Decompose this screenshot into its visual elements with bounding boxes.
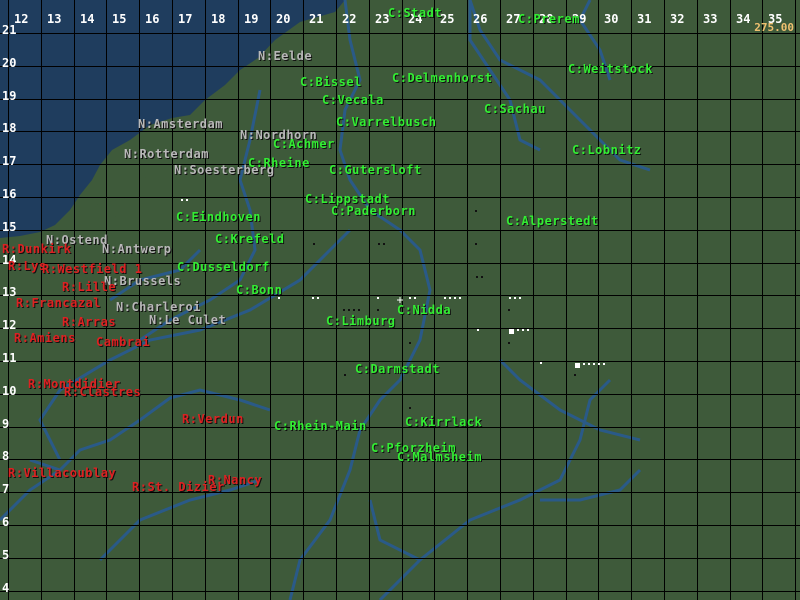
grid-column-number: 22 (342, 12, 357, 26)
grid-column-number: 34 (736, 12, 751, 26)
tactical-map[interactable]: 12 13 14 15 16 17 18 19 20 21 22 23 24 25 26 27 28 29 30 31… (0, 0, 800, 600)
airfield-label-malmsheim[interactable]: C:Malmsheim (397, 451, 482, 463)
grid-column-number: 21 (309, 12, 324, 26)
grid-row-number: 5 (2, 548, 10, 562)
airfield-label-dunkirk[interactable]: R:Dunkirk (2, 243, 72, 255)
airfield-label-alperstedt[interactable]: C:Alperstedt (506, 215, 599, 227)
airfield-label-amsterdam[interactable]: N:Amsterdam (138, 118, 223, 130)
airfield-label-villacoublay[interactable]: R:Villacoublay (8, 467, 116, 479)
grid-column-number: 18 (211, 12, 226, 26)
grid-row-number: 20 (2, 56, 17, 70)
airfield-label-delmenhorst[interactable]: C:Delmenhorst (392, 72, 492, 84)
airfield-label-soesterberg[interactable]: N:Soesterberg (174, 164, 274, 176)
grid-row-number: 11 (2, 351, 17, 365)
grid-row-number: 21 (2, 23, 17, 37)
grid-column-number: 14 (80, 12, 95, 26)
grid-column-number: 26 (473, 12, 488, 26)
airfield-label-cambrai[interactable]: Cambrai (96, 336, 150, 348)
grid-column-number: 13 (47, 12, 62, 26)
airfield-label-verdun[interactable]: R:Verdun (182, 413, 244, 425)
grid-row-number: 17 (2, 154, 17, 168)
grid-row-number: 4 (2, 581, 10, 595)
airfield-label-clastres[interactable]: R:Clastres (64, 386, 141, 398)
airfield-label-weitstock[interactable]: C:Weitstock (568, 63, 653, 75)
mission-clock: 275.00 (754, 21, 794, 34)
grid-row-number: 8 (2, 449, 10, 463)
grid-row-number: 16 (2, 187, 17, 201)
grid-column-number: 20 (276, 12, 291, 26)
grid-row-number: 7 (2, 482, 10, 496)
airfield-label-krefeld[interactable]: C:Krefeld (215, 233, 285, 245)
airfield-label-bissel[interactable]: C:Bissel (300, 76, 362, 88)
airfield-label-arras[interactable]: R:Arras (62, 316, 116, 328)
grid-column-number: 15 (112, 12, 127, 26)
airfield-label-eindhoven[interactable]: C:Eindhoven (176, 211, 261, 223)
grid-column-number: 16 (145, 12, 160, 26)
grid-row-number: 15 (2, 220, 17, 234)
airfield-label-rhein-main[interactable]: C:Rhein-Main (274, 420, 367, 432)
grid-row-number: 18 (2, 121, 17, 135)
grid-row-number: 13 (2, 285, 17, 299)
grid-row-number: 6 (2, 515, 10, 529)
airfield-label-francazal[interactable]: R:Francazal (16, 297, 101, 309)
airfield-label-nidda[interactable]: C:Nidda (397, 304, 451, 316)
airfield-label-gutersloft[interactable]: C:Gutersloft (329, 164, 422, 176)
airfield-label-stadt[interactable]: C:Stadt (388, 7, 442, 19)
grid-row-number: 19 (2, 89, 17, 103)
airfield-label-amiens[interactable]: R:Amiens (14, 332, 76, 344)
airfield-label-antwerp[interactable]: N:Antwerp (102, 243, 172, 255)
airfield-label-vecala[interactable]: C:Vecala (322, 94, 384, 106)
airfield-label-charleroi[interactable]: N:Charleroi (116, 301, 201, 313)
airfield-label-limburg[interactable]: C:Limburg (326, 315, 396, 327)
grid-column-number: 25 (440, 12, 455, 26)
grid-row-number: 12 (2, 318, 17, 332)
airfield-label-prerem[interactable]: C:Prerem (518, 13, 580, 25)
airfield-label-varrelbusch[interactable]: C:Varrelbusch (336, 116, 436, 128)
grid-column-number: 17 (178, 12, 193, 26)
airfield-label-paderborn[interactable]: C:Paderborn (331, 205, 416, 217)
airfield-label-rotterdam[interactable]: N:Rotterdam (124, 148, 209, 160)
grid-column-number: 32 (670, 12, 685, 26)
airfield-label-kirrlack[interactable]: C:Kirrlack (405, 416, 482, 428)
airfield-label-le-culet[interactable]: N:Le Culet (149, 314, 226, 326)
airfield-label-lys[interactable]: R:Lys (8, 260, 47, 272)
airfield-label-eelde[interactable]: N:Eelde (258, 50, 312, 62)
grid-column-number: 31 (637, 12, 652, 26)
grid-row-number: 10 (2, 384, 17, 398)
grid-column-number: 30 (604, 12, 619, 26)
airfield-label-achmer[interactable]: C:Achmer (273, 138, 335, 150)
airfield-label-bonn[interactable]: C:Bonn (236, 284, 282, 296)
airfield-label-sachau[interactable]: C:Sachau (484, 103, 546, 115)
grid-column-number: 33 (703, 12, 718, 26)
grid-row-number: 9 (2, 417, 10, 431)
airfield-label-dusseldorf[interactable]: C:Dusseldorf (177, 261, 270, 273)
airfield-label-lille[interactable]: R:Lille (62, 281, 116, 293)
grid-column-number: 19 (244, 12, 259, 26)
airfield-label-st-dizier[interactable]: R:St. Dizier (132, 481, 225, 493)
airfield-label-lobnitz[interactable]: C:Lobnitz (572, 144, 642, 156)
airfield-label-darmstadt[interactable]: C:Darmstadt (355, 363, 440, 375)
